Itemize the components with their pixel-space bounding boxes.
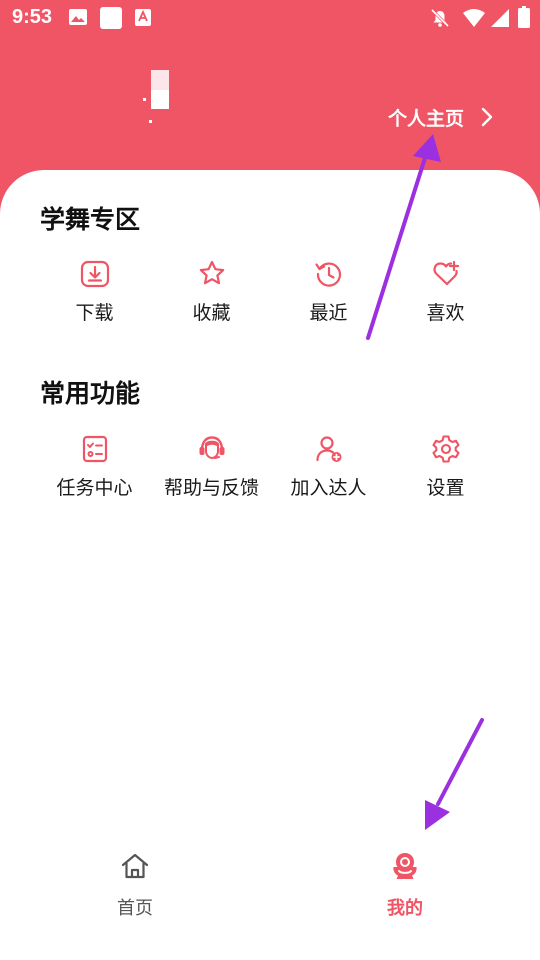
download-button[interactable]: 下载 xyxy=(36,258,153,338)
nav-home-label: 首页 xyxy=(117,898,153,919)
recent-button[interactable]: 最近 xyxy=(270,258,387,338)
wifi-icon xyxy=(463,9,485,27)
settings-label: 设置 xyxy=(426,477,465,499)
personal-homepage-label: 个人主页 xyxy=(388,107,465,130)
status-bar: 9:53 xyxy=(0,0,540,36)
join-talent-button[interactable]: 加入达人 xyxy=(270,433,387,513)
avatar-dot xyxy=(143,98,146,101)
recent-label: 最近 xyxy=(309,302,348,324)
task-center-label: 任务中心 xyxy=(56,477,133,499)
app-notification-icon xyxy=(100,7,122,29)
download-icon xyxy=(80,260,109,288)
avatar[interactable] xyxy=(143,70,171,123)
history-icon xyxy=(314,262,341,287)
settings-button[interactable]: 设置 xyxy=(387,433,504,513)
nav-mine-label: 我的 xyxy=(387,898,423,919)
headset-icon xyxy=(199,436,224,460)
profile-icon xyxy=(393,853,417,879)
join-talent-label: 加入达人 xyxy=(290,477,367,499)
star-icon xyxy=(199,260,224,285)
signal-icon xyxy=(491,9,509,27)
section-title-common-functions: 常用功能 xyxy=(40,379,141,408)
dance-zone-grid: 下载 收藏 最近 喜欢 xyxy=(36,258,504,338)
image-notification-icon xyxy=(69,9,87,25)
common-functions-grid: 任务中心 帮助与反馈 加入达人 设置 xyxy=(36,433,504,513)
bottom-navigation: 首页 我的 xyxy=(0,840,540,960)
nav-mine-tab[interactable]: 我的 xyxy=(335,850,475,940)
heart-plus-icon xyxy=(432,260,459,286)
avatar-image-top xyxy=(151,70,169,90)
task-list-icon xyxy=(82,435,107,463)
home-icon xyxy=(121,853,149,879)
status-time: 9:53 xyxy=(12,6,53,28)
favorites-button[interactable]: 收藏 xyxy=(153,258,270,338)
mute-icon xyxy=(430,8,450,28)
favorites-label: 收藏 xyxy=(192,302,231,324)
likes-button[interactable]: 喜欢 xyxy=(387,258,504,338)
avatar-dot xyxy=(149,120,152,123)
download-label: 下载 xyxy=(75,302,114,324)
gear-icon xyxy=(431,435,460,463)
text-notification-icon xyxy=(135,9,151,26)
likes-label: 喜欢 xyxy=(426,302,465,324)
nav-home-tab[interactable]: 首页 xyxy=(65,850,205,940)
avatar-image-bottom xyxy=(151,90,169,109)
help-feedback-button[interactable]: 帮助与反馈 xyxy=(153,433,270,513)
section-title-dance-zone: 学舞专区 xyxy=(40,205,141,234)
chevron-right-icon xyxy=(481,107,493,127)
help-feedback-label: 帮助与反馈 xyxy=(163,477,259,499)
battery-icon xyxy=(518,6,530,28)
user-add-icon xyxy=(315,436,341,462)
task-center-button[interactable]: 任务中心 xyxy=(36,433,153,513)
personal-homepage-link[interactable]: 个人主页 xyxy=(388,100,494,134)
